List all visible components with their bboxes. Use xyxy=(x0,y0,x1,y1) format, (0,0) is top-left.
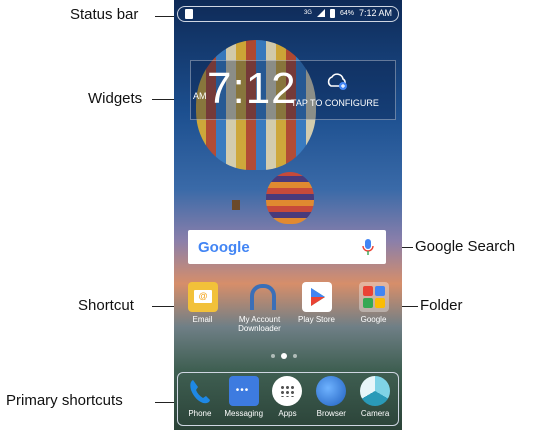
my-account-downloader-label: My Account Downloader xyxy=(238,315,281,333)
cloud-configure-icon[interactable] xyxy=(325,71,349,91)
sim-card-icon xyxy=(185,9,193,19)
browser-shortcut[interactable]: Browser xyxy=(311,376,351,418)
widget-time: 7:12 xyxy=(207,64,297,113)
browser-icon xyxy=(316,376,347,406)
google-search-callout: Google Search xyxy=(415,238,516,255)
email-shortcut[interactable]: @ Email xyxy=(177,282,229,333)
page-dot-active[interactable] xyxy=(281,353,287,359)
home-shortcut-row: @ Email My Account Downloader Play Store… xyxy=(174,282,402,333)
google-search-bar[interactable]: Google xyxy=(188,230,386,264)
browser-label: Browser xyxy=(316,409,346,418)
folder-icon xyxy=(358,282,389,312)
messaging-icon: ••• xyxy=(228,376,259,406)
page-dot[interactable] xyxy=(293,354,297,358)
page-indicator xyxy=(271,353,297,359)
apps-shortcut[interactable]: Apps xyxy=(267,376,307,418)
clock-widget[interactable]: AM 7:12 TAP TO CONFIGURE xyxy=(190,60,396,120)
headset-icon xyxy=(245,282,276,312)
status-time: 7:12 AM xyxy=(358,8,392,18)
google-folder-label: Google xyxy=(360,315,387,324)
primary-shortcuts-dock: Phone ••• Messaging Apps Browser Camera xyxy=(177,372,399,426)
camera-icon xyxy=(360,376,391,406)
battery-level: 64% xyxy=(339,9,354,17)
widgets-callout: Widgets xyxy=(88,90,143,107)
status-bar-callout: Status bar xyxy=(70,6,139,23)
signal-icon xyxy=(316,9,325,17)
phone-shortcut[interactable]: Phone xyxy=(180,376,220,418)
status-bar: 3G 64% 7:12 AM xyxy=(177,6,399,22)
phone-icon xyxy=(185,376,215,406)
email-label: Email xyxy=(192,315,213,324)
folder-callout: Folder xyxy=(420,297,463,314)
apps-label: Apps xyxy=(278,409,297,418)
apps-icon xyxy=(272,376,303,406)
microphone-icon[interactable] xyxy=(362,238,374,256)
hot-air-balloon-small xyxy=(266,172,314,224)
messaging-label: Messaging xyxy=(224,409,264,418)
network-type: 3G xyxy=(303,10,312,16)
shortcut-callout: Shortcut xyxy=(78,297,134,314)
email-icon: @ xyxy=(187,282,218,312)
phone-label: Phone xyxy=(188,409,212,418)
google-folder[interactable]: Google xyxy=(348,282,400,333)
phone-screen: 3G 64% 7:12 AM AM 7:12 TAP TO CONFIGURE … xyxy=(174,0,402,430)
camera-shortcut[interactable]: Camera xyxy=(355,376,395,418)
widget-ampm: AM xyxy=(193,91,207,101)
balloon-basket xyxy=(232,200,240,210)
page-dot[interactable] xyxy=(271,354,275,358)
play-store-label: Play Store xyxy=(298,315,335,324)
primary-shortcuts-callout: Primary shortcuts xyxy=(6,392,123,409)
camera-label: Camera xyxy=(360,409,390,418)
my-account-downloader-shortcut[interactable]: My Account Downloader xyxy=(234,282,286,333)
widget-configure-label[interactable]: TAP TO CONFIGURE xyxy=(291,98,379,108)
battery-icon xyxy=(329,8,335,18)
play-store-icon xyxy=(301,282,332,312)
messaging-shortcut[interactable]: ••• Messaging xyxy=(224,376,264,418)
google-logo: Google xyxy=(198,239,250,256)
play-store-shortcut[interactable]: Play Store xyxy=(291,282,343,333)
